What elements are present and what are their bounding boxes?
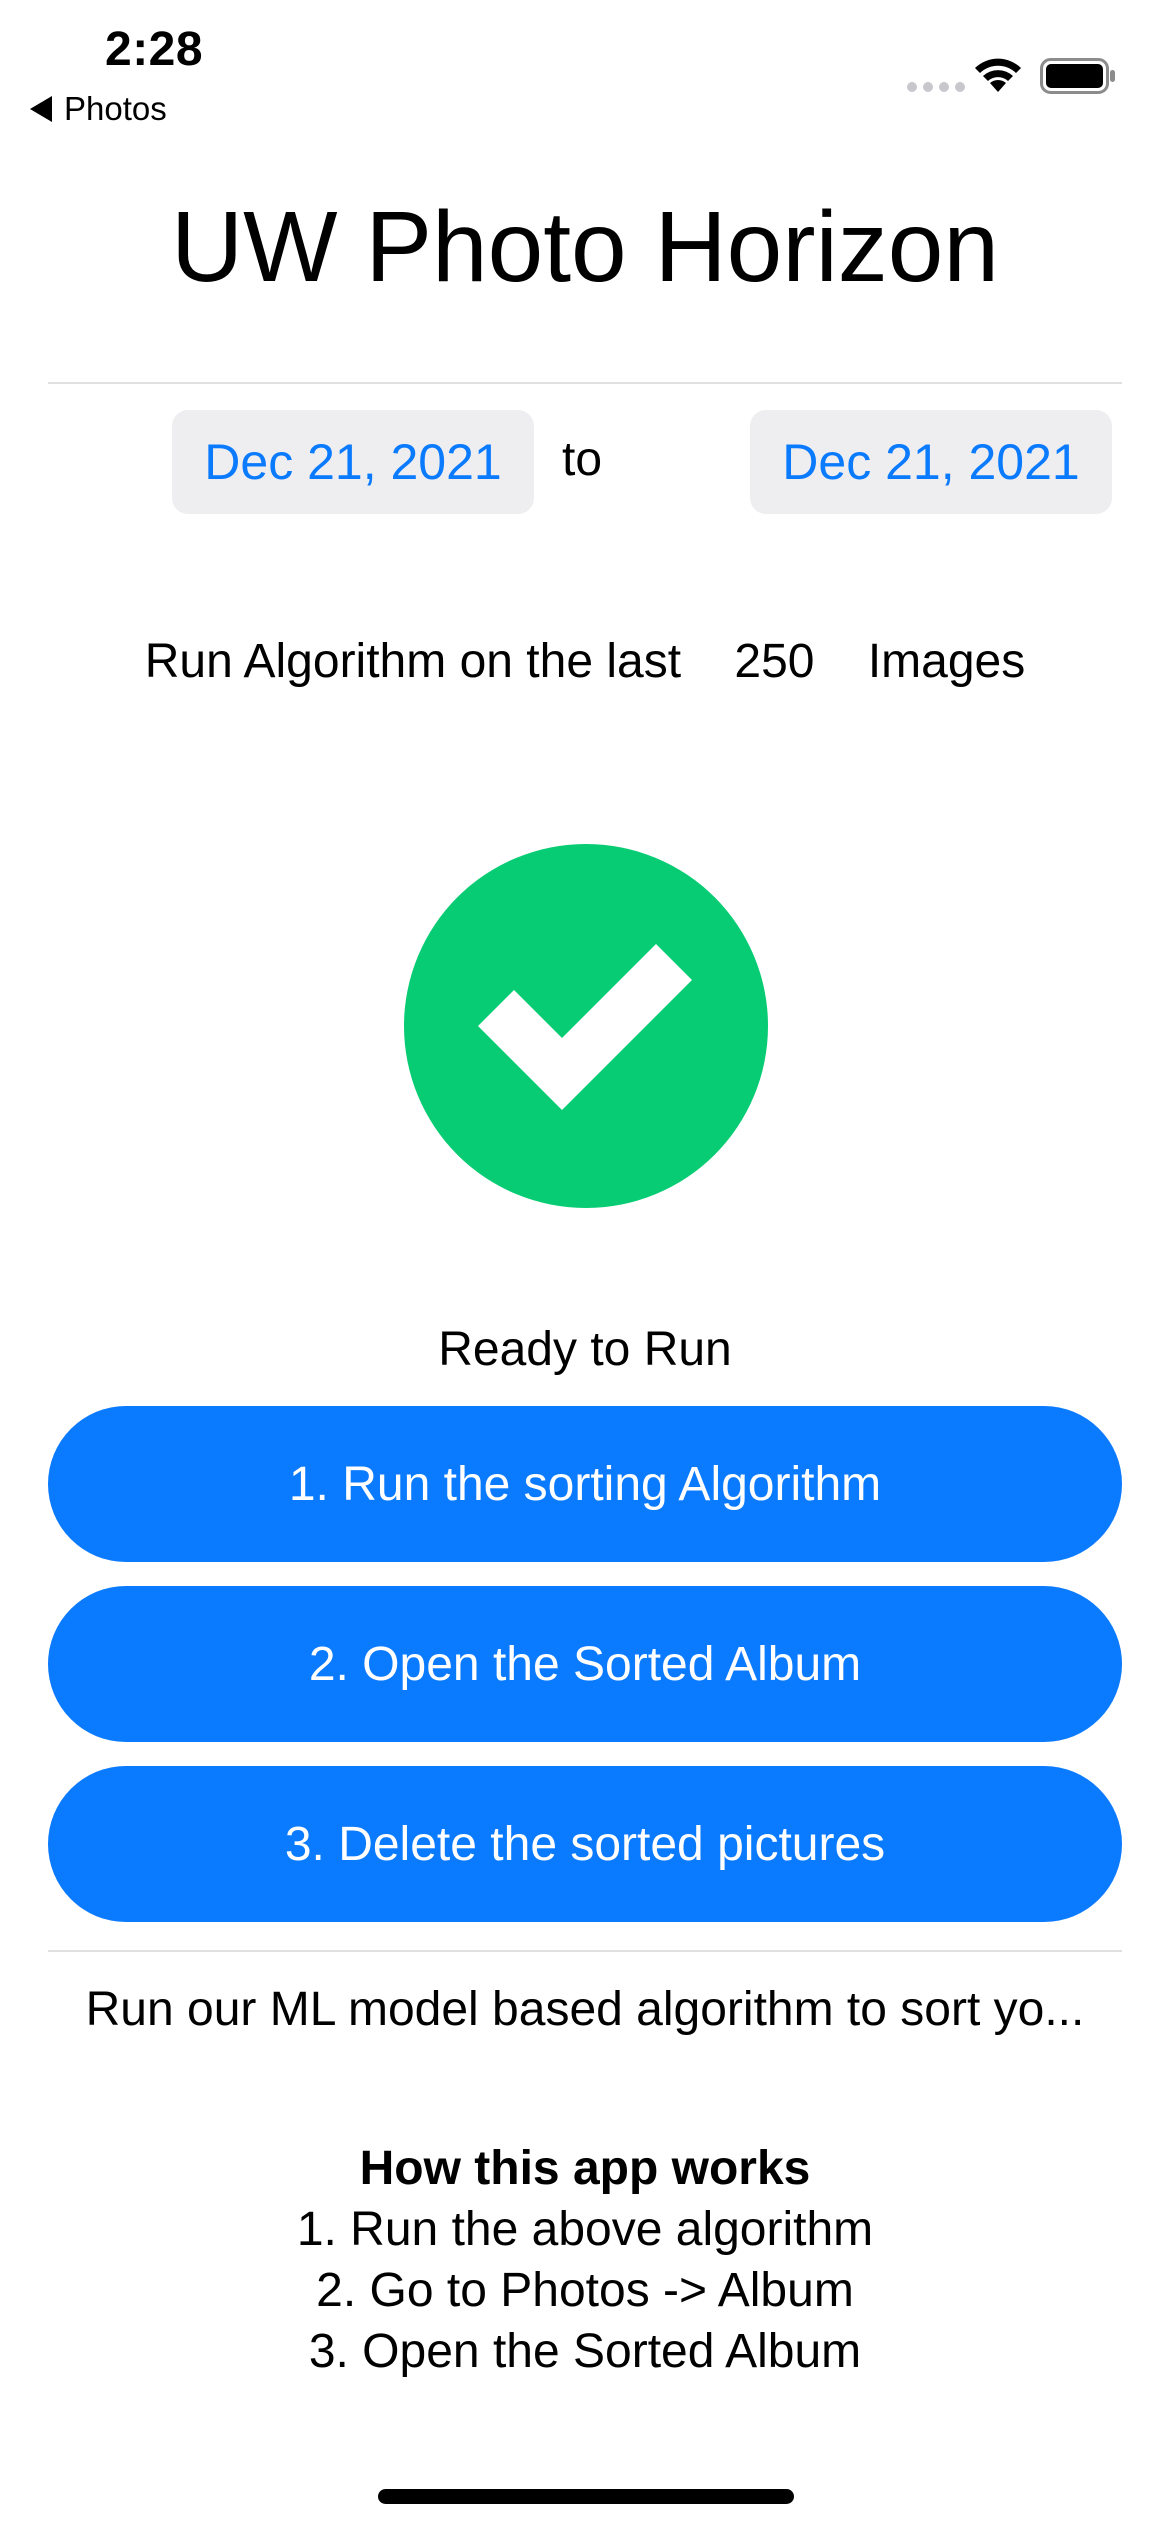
home-indicator[interactable]: [378, 2489, 794, 2504]
image-count-suffix: Images: [867, 635, 1026, 688]
back-to-photos-link[interactable]: Photos: [30, 90, 167, 128]
back-link-label: Photos: [64, 90, 167, 127]
image-count-row: Run Algorithm on the last 250 Images: [0, 634, 1170, 689]
description-text: Run our ML model based algorithm to sort…: [85, 1983, 1085, 2036]
cellular-signal-icon: [907, 82, 965, 92]
battery-icon: [1040, 58, 1115, 94]
back-arrow-icon: [30, 96, 52, 122]
open-sorted-album-button[interactable]: 2. Open the Sorted Album: [48, 1586, 1122, 1742]
end-date-picker[interactable]: Dec 21, 2021: [750, 410, 1112, 514]
divider: [48, 382, 1122, 384]
how-it-works-step: 3. Open the Sorted Album: [308, 2325, 862, 2378]
divider: [48, 1950, 1122, 1952]
how-it-works-section: How this app works 1. Run the above algo…: [0, 2138, 1170, 2382]
how-it-works-step: 2. Go to Photos -> Album: [316, 2264, 854, 2317]
status-time: 2:28: [105, 23, 204, 76]
image-count-field[interactable]: 250: [734, 635, 814, 688]
wifi-icon: [975, 58, 1021, 92]
delete-sorted-pictures-button[interactable]: 3. Delete the sorted pictures: [48, 1766, 1122, 1922]
status-text: Ready to Run: [438, 1323, 732, 1376]
image-count-prefix: Run Algorithm on the last: [144, 635, 682, 688]
page-title: UW Photo Horizon: [170, 191, 1000, 303]
checkmark-circle-icon: [404, 844, 768, 1208]
start-date-picker[interactable]: Dec 21, 2021: [172, 410, 534, 514]
how-it-works-title: How this app works: [359, 2142, 811, 2195]
how-it-works-step: 1. Run the above algorithm: [296, 2203, 874, 2256]
run-sorting-button[interactable]: 1. Run the sorting Algorithm: [48, 1406, 1122, 1562]
date-range-separator: to: [562, 433, 603, 486]
